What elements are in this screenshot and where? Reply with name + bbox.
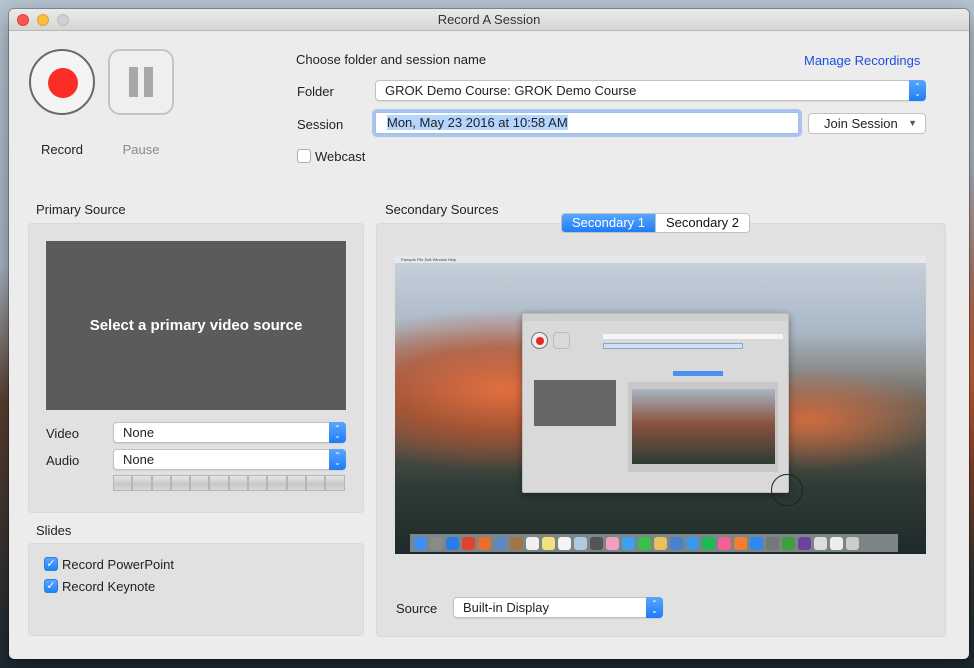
folder-value: GROK Demo Course: GROK Demo Course — [385, 83, 637, 98]
primary-source-heading: Primary Source — [36, 202, 126, 217]
record-keynote-label: Record Keynote — [62, 579, 156, 594]
record-label: Record — [41, 142, 83, 157]
join-session-button[interactable]: Join Session ▼ — [808, 113, 926, 134]
chevron-up-down-icon: ⌃ ⌄ — [329, 422, 346, 443]
cursor-ring-icon — [771, 474, 803, 506]
secondary-tabs: Secondary 1 Secondary 2 — [561, 213, 750, 233]
minimize-window-button[interactable] — [37, 14, 49, 26]
join-session-label: Join Session — [824, 116, 898, 131]
audio-source-value: None — [123, 452, 155, 467]
record-session-window: Record A Session Record Pause Choose fol… — [9, 9, 969, 659]
audio-label: Audio — [46, 453, 80, 468]
video-source-value: None — [123, 425, 155, 440]
source-label: Source — [396, 601, 438, 616]
session-label: Session — [297, 117, 344, 132]
record-keynote-checkbox[interactable]: ✓ — [44, 579, 58, 593]
chevron-up-down-icon: ⌃ ⌄ — [646, 597, 663, 618]
pause-label: Pause — [122, 142, 160, 157]
session-heading: Choose folder and session name — [296, 52, 487, 67]
secondary-source-value: Built-in Display — [463, 600, 549, 615]
audio-source-select[interactable]: None ⌃ ⌄ — [113, 449, 346, 470]
record-powerpoint-label: Record PowerPoint — [62, 557, 174, 572]
preview-dock — [410, 534, 898, 552]
preview-nested-window — [522, 313, 789, 493]
webcast-checkbox[interactable] — [297, 149, 311, 163]
close-window-button[interactable] — [17, 14, 29, 26]
record-button[interactable] — [29, 49, 95, 115]
audio-level-meter — [113, 475, 345, 491]
chevron-up-down-icon: ⌃ ⌄ — [329, 449, 346, 470]
session-name-value: Mon, May 23 2016 at 10:58 AM — [387, 115, 568, 130]
video-label: Video — [46, 426, 80, 441]
folder-label: Folder — [297, 84, 334, 99]
video-source-select[interactable]: None ⌃ ⌄ — [113, 422, 346, 443]
folder-select[interactable]: GROK Demo Course: GROK Demo Course ⌃ ⌄ — [375, 80, 926, 101]
secondary-source-select[interactable]: Built-in Display ⌃ ⌄ — [453, 597, 663, 618]
secondary-screen-preview: Panopto File Edit Window Help — [395, 256, 926, 554]
zoom-window-button[interactable] — [57, 14, 69, 26]
window-title: Record A Session — [437, 12, 541, 27]
record-powerpoint-checkbox[interactable]: ✓ — [44, 557, 58, 571]
slides-heading: Slides — [36, 523, 72, 538]
session-name-input[interactable]: Mon, May 23 2016 at 10:58 AM — [375, 112, 799, 134]
primary-placeholder-text: Select a primary video source — [89, 317, 303, 334]
chevron-up-down-icon: ⌃ ⌄ — [909, 80, 926, 101]
title-bar: Record A Session — [9, 9, 969, 31]
manage-recordings-link[interactable]: Manage Recordings — [804, 53, 920, 68]
pause-button[interactable] — [108, 49, 174, 115]
record-icon — [48, 68, 78, 98]
secondary-sources-heading: Secondary Sources — [385, 202, 499, 217]
tab-secondary-2[interactable]: Secondary 2 — [655, 214, 749, 232]
primary-video-preview[interactable]: Select a primary video source — [46, 241, 346, 410]
dropdown-arrow-icon: ▼ — [908, 118, 917, 128]
webcast-label: Webcast — [315, 149, 366, 164]
preview-menubar: Panopto File Edit Window Help — [395, 256, 926, 263]
tab-secondary-1[interactable]: Secondary 1 — [562, 214, 655, 232]
